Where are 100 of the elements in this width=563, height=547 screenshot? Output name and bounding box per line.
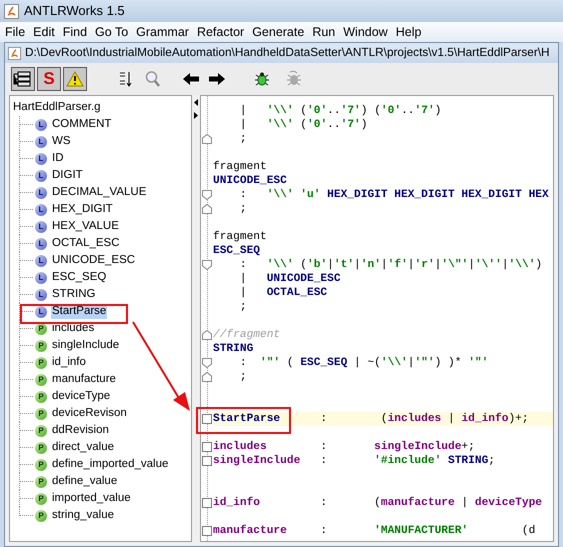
rule-badge: L	[35, 272, 47, 284]
tree-item[interactable]: OCTAL_ESC	[51, 236, 121, 251]
menu-item[interactable]: Find	[58, 22, 92, 42]
tree-item[interactable]: DIGIT	[51, 168, 84, 183]
tree-root[interactable]: HartEddlParser.g	[10, 99, 101, 116]
sort-icon[interactable]	[119, 70, 133, 88]
tree-item[interactable]: deviceType	[51, 389, 112, 404]
document-title: D:\DevRoot\IndustrialMobileAutomation\HandheldDataSetter\ANTLR\projects\v1.5\HartEddlParser\H	[25, 44, 550, 62]
tree-item[interactable]: WS	[51, 134, 72, 149]
code-line: //fragment	[213, 328, 282, 342]
fold-marker-icon[interactable]	[202, 442, 212, 452]
tree-item[interactable]: manufacture	[51, 372, 117, 387]
app-icon	[4, 4, 19, 18]
code-line: : '\\' 'u' HEX_DIGIT HEX_DIGIT HEX_DIGIT HEX	[238, 188, 550, 202]
tree-item[interactable]: deviceRevison	[51, 406, 128, 421]
rule-badge: L	[35, 204, 47, 216]
menu-item[interactable]: Edit	[29, 22, 59, 42]
back-arrow-icon[interactable]	[183, 72, 199, 86]
rule-badge: L	[35, 238, 47, 250]
rule-badge: L	[35, 254, 47, 266]
rule-badge: L	[35, 170, 47, 182]
collapse-left-icon[interactable]	[194, 99, 198, 106]
menu-item[interactable]: Refactor	[192, 22, 248, 42]
menu-item[interactable]: Go To	[91, 22, 132, 42]
tree-item[interactable]: includes	[51, 321, 96, 336]
tree-view-icon	[13, 70, 33, 88]
menu-item[interactable]: Run	[308, 22, 340, 42]
tree-item[interactable]: id_info	[51, 355, 87, 370]
fold-marker-icon[interactable]	[202, 330, 212, 340]
fold-marker-icon[interactable]	[202, 204, 212, 214]
code-line: | '\\' ('0'..'7')	[238, 118, 368, 132]
rule-badge: P	[35, 458, 47, 470]
tree-item[interactable]: HEX_DIGIT	[51, 202, 114, 217]
menu-item[interactable]: Window	[339, 22, 392, 42]
rule-badge: P	[35, 492, 47, 504]
tree-item[interactable]: define_imported_value	[51, 457, 170, 472]
code-line: STRING	[213, 342, 254, 356]
rule-badge: L	[35, 136, 47, 148]
code-line: singleInclude : '#include' STRING;	[213, 454, 496, 468]
rule-badge: P	[35, 408, 47, 420]
code-line: ;	[238, 132, 248, 146]
rule-badge: P	[35, 510, 47, 522]
rule-badge: L	[35, 186, 47, 198]
code-editor[interactable]	[200, 95, 554, 542]
fold-marker-icon[interactable]	[202, 526, 212, 536]
warning-button[interactable]	[63, 67, 87, 91]
code-line: | UNICODE_ESC	[238, 272, 342, 286]
fold-marker-icon[interactable]	[202, 456, 212, 466]
rule-badge: P	[35, 340, 47, 352]
expand-right-icon[interactable]	[194, 112, 198, 119]
code-line: id_info : (manufacture | deviceType	[213, 496, 544, 510]
warning-icon	[66, 71, 84, 87]
tree-item[interactable]: COMMENT	[51, 117, 112, 132]
menu-item[interactable]: File	[1, 22, 30, 42]
code-line: : '\\' ('b'|'t'|'n'|'f'|'r'|'\"'|'\''|'\\')	[238, 258, 544, 272]
code-line: | OCTAL_ESC	[238, 286, 328, 300]
tree-item[interactable]: define_value	[51, 474, 118, 489]
fold-marker-icon[interactable]	[202, 358, 212, 368]
forward-arrow-icon[interactable]	[209, 72, 225, 86]
tree-view-button[interactable]	[11, 67, 35, 91]
window-title: ANTLRWorks 1.5	[24, 2, 125, 20]
tree-item[interactable]: STRING	[51, 287, 96, 302]
menu-item[interactable]: Generate	[248, 22, 308, 42]
code-line: fragment	[213, 160, 268, 174]
search-icon[interactable]	[145, 70, 161, 88]
rule-badge: P	[35, 424, 47, 436]
tree-item[interactable]: ID	[51, 151, 64, 166]
rule-badge: L	[35, 306, 47, 318]
tree-item[interactable]: string_value	[51, 508, 116, 523]
fold-marker-icon[interactable]	[202, 414, 212, 424]
tree-item[interactable]: direct_value	[51, 440, 116, 455]
code-line: manufacture : 'MANUFACTURER' (d	[213, 524, 536, 538]
tree-item[interactable]: singleInclude	[51, 338, 120, 353]
fold-marker-icon[interactable]	[202, 372, 212, 382]
menu-item[interactable]: Help	[392, 22, 426, 42]
bug-icon[interactable]	[253, 70, 271, 88]
rule-badge: L	[35, 288, 47, 300]
document-icon	[8, 46, 21, 60]
tree-item[interactable]: ESC_SEQ	[51, 270, 108, 285]
menu-item[interactable]: Grammar	[132, 22, 193, 42]
fold-marker-icon[interactable]	[202, 190, 212, 200]
code-line: ESC_SEQ	[213, 244, 261, 258]
code-line: fragment	[213, 230, 268, 244]
tree-item[interactable]: UNICODE_ESC	[51, 253, 136, 268]
fold-marker-icon[interactable]	[202, 498, 212, 508]
tree-item[interactable]: DECIMAL_VALUE	[51, 185, 148, 200]
code-line: | '\\' ('0'..'7') ('0'..'7')	[238, 104, 442, 118]
fold-marker-icon[interactable]	[202, 260, 212, 270]
code-line: ;	[238, 300, 248, 314]
rule-badge: P	[35, 476, 47, 488]
code-line: includes : singleInclude+;	[213, 440, 476, 454]
tree-item[interactable]: ddRevision	[51, 423, 110, 438]
rule-badge: P	[35, 442, 47, 454]
tree-item[interactable]: HEX_VALUE	[51, 219, 120, 234]
code-line: : '"' ( ESC_SEQ | ~('\\'|'"') )* '"'	[238, 356, 490, 370]
rule-badge: P	[35, 390, 47, 402]
tree-item[interactable]: imported_value	[51, 491, 132, 506]
rule-badge: L	[35, 220, 47, 232]
fold-marker-icon[interactable]	[202, 134, 212, 144]
code-line: ;	[238, 370, 248, 384]
